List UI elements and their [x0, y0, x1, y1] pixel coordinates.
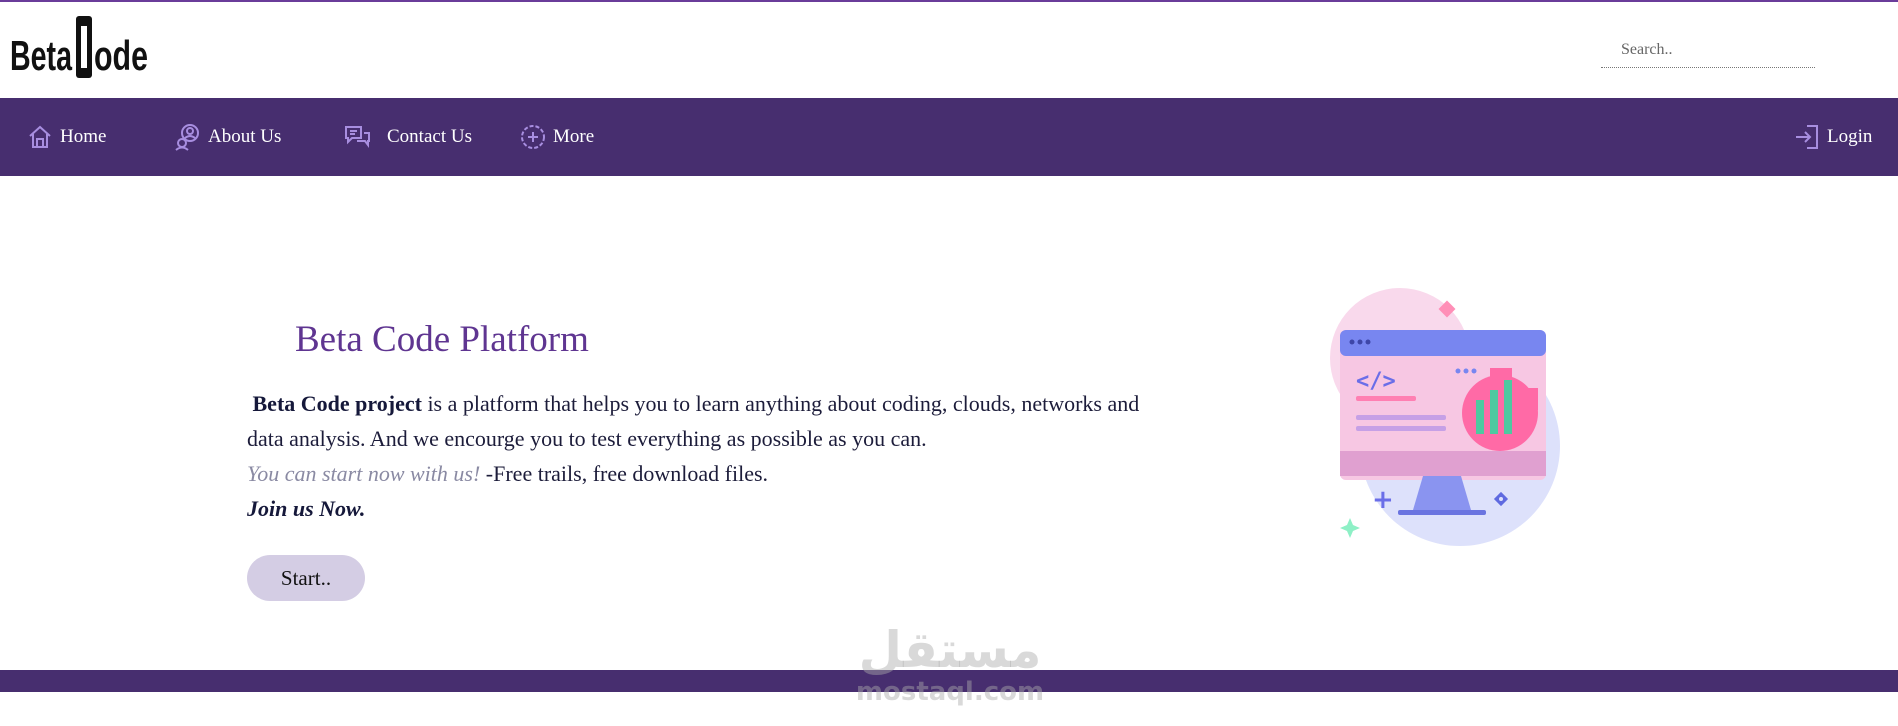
svg-text:ode: ode — [94, 32, 148, 79]
user-icon — [175, 124, 199, 151]
nav-label-about: About Us — [208, 126, 282, 147]
watermark-latin: mostaql.com — [855, 677, 1045, 707]
plus-circle-icon — [521, 125, 545, 149]
login-link[interactable]: Login — [1793, 98, 1872, 176]
svg-text:</>: </> — [1356, 369, 1396, 394]
svg-text:Beta: Beta — [10, 32, 72, 79]
nav-label-more: More — [553, 126, 595, 147]
nav-item-contact[interactable]: Contact Us — [343, 98, 472, 176]
start-button[interactable]: Start.. — [247, 555, 365, 601]
svg-text:+: + — [1372, 485, 1394, 515]
watermark-arabic: مستقل — [858, 621, 1042, 679]
main-nav: Home About Us Contact Us More Login — [0, 98, 1898, 176]
hero-bold-lead: Beta Code project — [252, 391, 422, 416]
nav-item-home[interactable]: Home — [26, 98, 106, 176]
watermark: مستقل mostaql.com — [850, 622, 1050, 712]
nav-item-about[interactable]: About Us — [174, 98, 281, 176]
nav-label-home: Home — [60, 126, 107, 147]
login-icon — [1796, 125, 1818, 149]
nav-item-more[interactable]: More — [519, 98, 594, 176]
hero-join-text: Join us Now. — [247, 496, 366, 521]
betacode-logo-icon: Beta ode — [10, 16, 148, 79]
computer-chart-illustration-icon: </> + — [1330, 288, 1560, 546]
hero-title: Beta Code Platform — [295, 319, 589, 360]
nav-label-contact: Contact Us — [387, 126, 472, 147]
hero-muted-text: You can start now with us! — [247, 461, 481, 486]
hero-text-2: -Free trails, free download files. — [480, 461, 769, 486]
hero-description: Beta Code project is a platform that hel… — [247, 386, 1147, 526]
hero-illustration: </> + — [1320, 278, 1570, 548]
chat-icon — [345, 126, 370, 148]
logo[interactable]: Beta ode — [10, 14, 150, 80]
header: Beta ode — [0, 2, 1898, 98]
home-icon — [29, 125, 51, 148]
search-input[interactable] — [1601, 32, 1815, 68]
nav-label-login: Login — [1827, 126, 1873, 147]
